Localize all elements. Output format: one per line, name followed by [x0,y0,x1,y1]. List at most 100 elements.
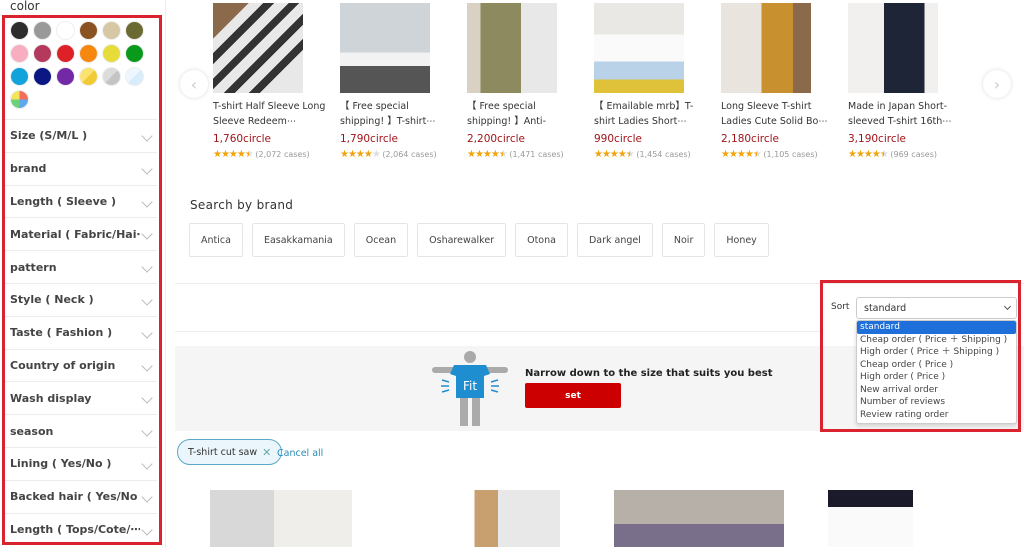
color-swatch-navy[interactable] [33,67,52,86]
filter-item[interactable]: Material ( Fabric/Hai⋯ [5,217,157,250]
product-image[interactable] [467,3,557,93]
fit-banner-text: Narrow down to the size that suits you b… [525,368,773,379]
product-thumbnail[interactable] [210,490,352,547]
product-name[interactable]: 【 Free special shipping! 】Anti-swear⋯ [467,99,582,129]
color-swatch-white[interactable] [56,21,75,40]
product-name[interactable]: T-shirt Half Sleeve Long Sleeve Redeem⋯ [213,99,328,129]
sort-label: Sort [831,302,850,312]
sort-select[interactable]: standard [856,297,1017,319]
filter-item[interactable]: Backed hair ( Yes/No ) [5,479,157,513]
brand-button[interactable]: Easakkamania [251,223,345,257]
brand-button[interactable]: Ocean [353,223,409,257]
filter-item[interactable]: Style ( Neck ) [5,282,157,316]
chevron-down-icon [1003,302,1012,311]
product-image[interactable] [848,3,938,93]
color-swatch-gold[interactable] [79,67,98,86]
color-swatch-blue[interactable] [10,67,29,86]
filter-item[interactable]: brand [5,151,157,185]
product-name[interactable]: 【 Emailable mrb】T-shirt Ladies Short⋯ [594,99,709,129]
close-icon[interactable]: ✕ [262,446,271,459]
product-thumbnail[interactable] [405,490,560,547]
product-image[interactable] [340,3,430,93]
product-price: 2,180circle [721,133,779,145]
filter-item[interactable]: season [5,414,157,447]
filter-item[interactable]: Length ( Tops/Cote/⋯ [5,512,157,546]
sort-option[interactable]: High order ( Price ＋ Shipping ) [857,346,1016,359]
filter-item[interactable]: Country of origin [5,348,157,382]
product-image[interactable] [213,3,303,93]
carousel-prev-button[interactable]: ‹ [180,70,208,98]
product-image[interactable] [594,3,684,93]
review-count: (2,072 cases) [255,150,310,159]
color-swatch-gray[interactable] [33,21,52,40]
color-swatch-clear[interactable] [125,67,144,86]
product-card[interactable]: 【 Free special shipping! 】T-shirt⋯ 1,790c… [340,3,455,160]
active-filter-chip[interactable]: T-shirt cut saw ✕ [177,439,283,465]
product-rating: ★★★★★ (1,454 cases) [594,150,709,160]
brand-button[interactable]: Dark angel [576,223,653,257]
filter-label: season [10,424,54,438]
filter-item[interactable]: Wash display [5,381,157,414]
color-swatch-red[interactable] [56,44,75,63]
color-swatch-beige[interactable] [102,21,121,40]
product-image[interactable] [721,3,811,93]
product-card[interactable]: 【 Emailable mrb】T-shirt Ladies Short⋯ 990… [594,3,709,160]
color-swatch-multi[interactable] [10,90,29,109]
filter-label: Length ( Sleeve ) [10,194,117,208]
product-card[interactable]: Long Sleeve T-shirt Ladies Cute Solid Bo… [721,3,836,160]
review-count: (1,454 cases) [636,150,691,159]
sort-option[interactable]: Cheap order ( Price ＋ Shipping ) [857,334,1016,347]
sort-option[interactable]: High order ( Price ) [857,371,1016,384]
size-set-button[interactable]: set [525,383,621,408]
product-name[interactable]: Made in Japan Short-sleeved T-shirt 16th… [848,99,963,129]
carousel-next-button[interactable]: › [983,70,1011,98]
color-swatch-pink[interactable] [10,44,29,63]
product-name[interactable]: Long Sleeve T-shirt Ladies Cute Solid Bo… [721,99,836,129]
filter-label: Wash display [10,391,92,405]
sort-option[interactable]: Number of reviews [857,396,1016,409]
brand-button[interactable]: Otona [515,223,568,257]
chevron-down-icon [141,294,153,306]
color-swatch-green[interactable] [125,44,144,63]
product-price: 3,190circle [848,133,906,145]
divider [175,283,1024,284]
color-swatch-yellow[interactable] [102,44,121,63]
color-filter-title: color [10,0,40,13]
rating-stars-icon: ★★★★★ [213,149,254,160]
chevron-down-icon [141,261,153,273]
color-swatch-purple[interactable] [56,67,75,86]
product-carousel: ‹ › T-shirt Half Sleeve Long Sleeve Rede… [175,0,1024,180]
color-swatch-orange[interactable] [79,44,98,63]
color-swatch-khaki[interactable] [125,21,144,40]
product-card[interactable]: 【 Free special shipping! 】Anti-swear⋯ 2,2… [467,3,582,160]
color-swatch-wine[interactable] [33,44,52,63]
color-swatch-black[interactable] [10,21,29,40]
product-thumbnail[interactable] [614,490,784,547]
brand-section-title: Search by brand [190,198,294,212]
product-thumbnail[interactable] [828,490,913,547]
filter-item[interactable]: Lining ( Yes/No ) [5,446,157,480]
brand-button[interactable]: Osharewalker [417,223,507,257]
brand-button[interactable]: Noir [661,223,706,257]
sort-option[interactable]: New arrival order [857,384,1016,397]
sort-option[interactable]: Review rating order [857,409,1016,422]
sort-option[interactable]: standard [857,321,1016,334]
filter-label: Length ( Tops/Cote/⋯ [10,522,140,536]
product-card[interactable]: T-shirt Half Sleeve Long Sleeve Redeem⋯ 1… [213,3,328,160]
color-swatch-silver[interactable] [102,67,121,86]
brand-button[interactable]: Antica [189,223,243,257]
filter-label: Backed hair ( Yes/No ) [10,490,140,504]
product-card[interactable]: Made in Japan Short-sleeved T-shirt 16th… [848,3,963,160]
product-name[interactable]: 【 Free special shipping! 】T-shirt⋯ [340,99,455,129]
rating-stars-icon: ★★★★★ [467,149,508,160]
color-swatch-brown[interactable] [79,21,98,40]
brand-button[interactable]: Honey [714,223,769,257]
sort-option[interactable]: Cheap order ( Price ) [857,359,1016,372]
filter-item[interactable]: Length ( Sleeve ) [5,184,157,218]
filter-item[interactable]: Taste ( Fashion ) [5,315,157,349]
filter-label: Taste ( Fashion ) [10,326,113,340]
filter-item[interactable]: Size (S/M/L ) [5,119,157,152]
filter-item[interactable]: pattern [5,250,157,283]
product-price: 1,760circle [213,133,271,145]
cancel-all-link[interactable]: Cancel all [277,448,323,459]
